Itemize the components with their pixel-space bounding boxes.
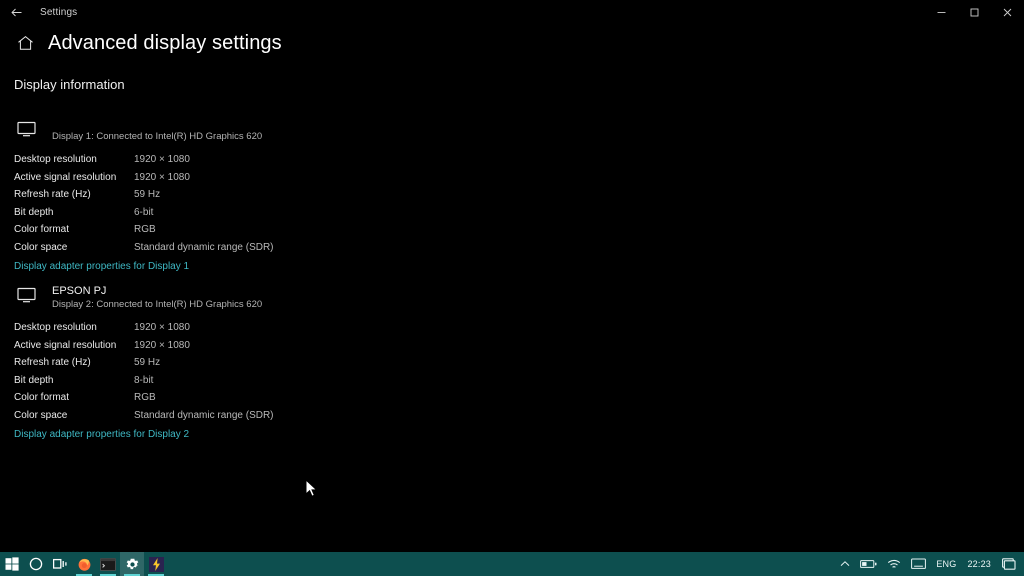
- lightning-bolt-icon: [149, 557, 164, 572]
- terminal-button[interactable]: [96, 552, 120, 576]
- gear-icon: [125, 557, 140, 572]
- info-label: Bit depth: [14, 204, 134, 222]
- info-label: Color space: [14, 239, 134, 257]
- display-info-table-1: Desktop resolution 1920 × 1080 Active si…: [14, 151, 274, 256]
- lightning-app-button[interactable]: [144, 552, 168, 576]
- display-block-2: EPSON PJ Display 2: Connected to Intel(R…: [0, 285, 1024, 443]
- title-bar: Settings: [0, 0, 1024, 24]
- info-value: 1920 × 1080: [134, 319, 274, 337]
- back-arrow-icon: [10, 6, 23, 19]
- app-title: Settings: [40, 7, 77, 18]
- firefox-button[interactable]: [72, 552, 96, 576]
- chevron-up-icon: [840, 560, 850, 568]
- info-value: 59 Hz: [134, 354, 274, 372]
- info-label: Refresh rate (Hz): [14, 186, 134, 204]
- table-row: Color format RGB: [14, 389, 274, 407]
- display-block-1: Display 1: Connected to Intel(R) HD Grap…: [0, 119, 1024, 275]
- network-status-button[interactable]: [882, 552, 906, 576]
- table-row: Desktop resolution 1920 × 1080: [14, 151, 274, 169]
- battery-status-button[interactable]: [855, 552, 882, 576]
- info-label: Desktop resolution: [14, 319, 134, 337]
- windows-logo-icon: [5, 557, 19, 571]
- task-view-icon: [53, 557, 68, 571]
- table-row: Bit depth 8-bit: [14, 372, 274, 390]
- clock[interactable]: 22:23: [961, 559, 997, 569]
- battery-icon: [860, 559, 877, 569]
- display-adapter-properties-link-1[interactable]: Display adapter properties for Display 1: [14, 259, 189, 275]
- table-row: Refresh rate (Hz) 59 Hz: [14, 354, 274, 372]
- mouse-pointer-icon: [305, 479, 318, 498]
- wifi-icon: [887, 559, 901, 570]
- table-row: Desktop resolution 1920 × 1080: [14, 319, 274, 337]
- monitor-icon: [14, 285, 38, 303]
- cortana-search-button[interactable]: [24, 552, 48, 576]
- language-label: ENG: [936, 559, 956, 569]
- display-header-2: EPSON PJ Display 2: Connected to Intel(R…: [14, 285, 1024, 311]
- display-subtitle: Display 2: Connected to Intel(R) HD Grap…: [52, 298, 262, 311]
- info-label: Color format: [14, 389, 134, 407]
- content-area: Display information Display 1: Connected…: [0, 78, 1024, 443]
- info-value: RGB: [134, 389, 274, 407]
- action-center-icon: [1002, 558, 1017, 571]
- system-tray: ENG 22:23: [835, 552, 1024, 576]
- table-row: Refresh rate (Hz) 59 Hz: [14, 186, 274, 204]
- close-icon: [1002, 7, 1013, 18]
- minimize-button[interactable]: [925, 0, 958, 24]
- taskbar: ENG 22:23: [0, 552, 1024, 576]
- back-button[interactable]: [0, 0, 32, 24]
- maximize-button[interactable]: [958, 0, 991, 24]
- table-row: Color space Standard dynamic range (SDR): [14, 407, 274, 425]
- display-name: EPSON PJ: [52, 285, 262, 298]
- firefox-icon: [77, 557, 92, 572]
- project-display-button[interactable]: [906, 552, 931, 576]
- circle-icon: [29, 557, 43, 571]
- close-button[interactable]: [991, 0, 1024, 24]
- info-value: 6-bit: [134, 204, 274, 222]
- table-row: Active signal resolution 1920 × 1080: [14, 337, 274, 355]
- maximize-icon: [969, 7, 980, 18]
- info-label: Desktop resolution: [14, 151, 134, 169]
- settings-button[interactable]: [120, 552, 144, 576]
- info-label: Color space: [14, 407, 134, 425]
- info-value: 1920 × 1080: [134, 151, 274, 169]
- info-value: 59 Hz: [134, 186, 274, 204]
- table-row: Bit depth 6-bit: [14, 204, 274, 222]
- settings-window: Settings Adva: [0, 0, 1024, 576]
- display-connect-icon: [911, 558, 926, 570]
- info-label: Color format: [14, 221, 134, 239]
- info-value: RGB: [134, 221, 274, 239]
- terminal-icon: [100, 558, 116, 571]
- monitor-icon: [14, 119, 38, 137]
- section-title: Display information: [0, 78, 1024, 91]
- minimize-icon: [936, 7, 947, 18]
- action-center-button[interactable]: [997, 552, 1022, 576]
- info-value: Standard dynamic range (SDR): [134, 239, 274, 257]
- home-button[interactable]: [14, 32, 36, 54]
- info-value: Standard dynamic range (SDR): [134, 407, 274, 425]
- display-subtitle: Display 1: Connected to Intel(R) HD Grap…: [52, 130, 262, 143]
- info-label: Active signal resolution: [14, 337, 134, 355]
- show-hidden-icons-button[interactable]: [835, 552, 855, 576]
- info-value: 1920 × 1080: [134, 337, 274, 355]
- table-row: Color space Standard dynamic range (SDR): [14, 239, 274, 257]
- start-button[interactable]: [0, 552, 24, 576]
- table-row: Color format RGB: [14, 221, 274, 239]
- info-value: 8-bit: [134, 372, 274, 390]
- display-info-table-2: Desktop resolution 1920 × 1080 Active si…: [14, 319, 274, 424]
- home-icon: [17, 35, 34, 51]
- display-adapter-properties-link-2[interactable]: Display adapter properties for Display 2: [14, 427, 189, 443]
- info-label: Refresh rate (Hz): [14, 354, 134, 372]
- display-header-1: Display 1: Connected to Intel(R) HD Grap…: [14, 119, 1024, 143]
- info-label: Active signal resolution: [14, 169, 134, 187]
- table-row: Active signal resolution 1920 × 1080: [14, 169, 274, 187]
- page-title: Advanced display settings: [48, 33, 282, 53]
- language-indicator[interactable]: ENG: [931, 552, 961, 576]
- taskbar-apps: [0, 552, 168, 576]
- info-value: 1920 × 1080: [134, 169, 274, 187]
- window-controls: [925, 0, 1024, 24]
- page-header: Advanced display settings: [0, 32, 282, 54]
- info-label: Bit depth: [14, 372, 134, 390]
- task-view-button[interactable]: [48, 552, 72, 576]
